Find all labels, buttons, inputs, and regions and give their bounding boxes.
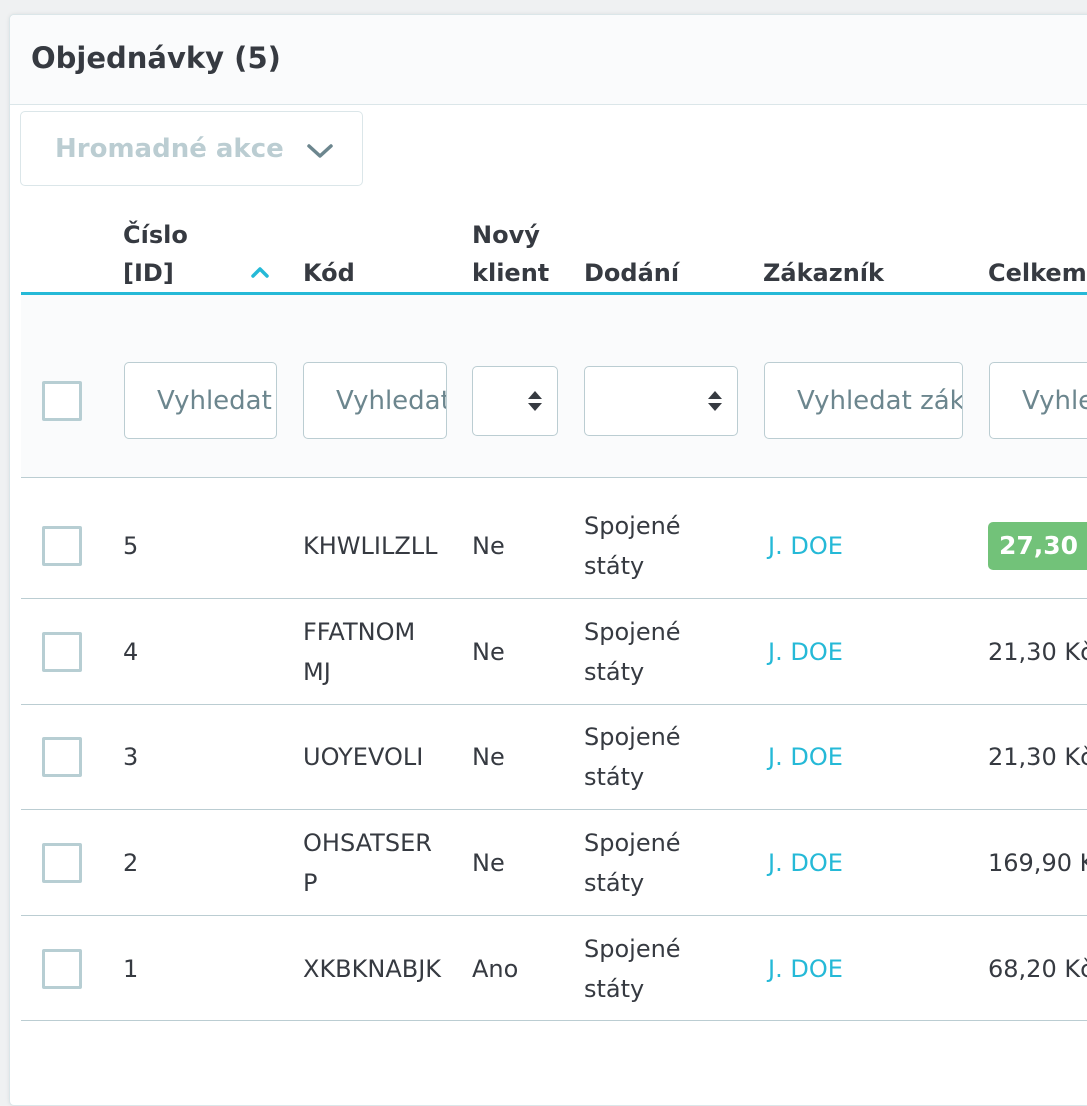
cell-code: OHSATSER P — [303, 823, 432, 903]
cell-code-line1: XKBKNABJK — [303, 955, 442, 983]
cell-total: 21,30 Kč — [988, 638, 1087, 666]
column-header-new-client[interactable]: Nový klient — [472, 216, 549, 292]
chevron-up-icon[interactable] — [249, 264, 271, 280]
cell-delivery: Spojené státy — [584, 717, 681, 797]
cell-delivery-line2: státy — [584, 552, 645, 580]
column-header-delivery[interactable]: Dodání — [584, 254, 679, 292]
cell-code-line1: UOYEVOLI — [303, 743, 424, 771]
cell-code: FFATNOM MJ — [303, 612, 415, 692]
column-header-id-line2: [ID] — [123, 259, 174, 287]
row-checkbox[interactable] — [42, 843, 82, 883]
total-badge: 27,30 Kč — [988, 522, 1087, 570]
select-all-checkbox[interactable] — [42, 381, 82, 421]
cell-id: 4 — [123, 638, 139, 666]
cell-code-line1: KHWLILZLL — [303, 532, 438, 560]
customer-link[interactable]: J. DOE — [768, 843, 843, 883]
cell-code: XKBKNABJK — [303, 949, 441, 989]
cell-id: 3 — [123, 743, 139, 771]
customer-link[interactable]: J. DOE — [768, 632, 843, 672]
chevron-down-icon — [307, 144, 333, 158]
cell-code-line1: FFATNOM — [303, 618, 416, 646]
row-divider — [21, 809, 1087, 810]
cell-delivery-line2: státy — [584, 975, 645, 1003]
bulk-actions-label: Hromadné akce — [55, 134, 284, 164]
cell-new-client: Ne — [472, 532, 505, 560]
column-header-id[interactable]: Číslo [ID] — [123, 216, 188, 292]
cell-total: 169,90 Kč — [988, 849, 1087, 877]
cell-delivery: Spojené státy — [584, 929, 681, 1009]
cell-delivery: Spojené státy — [584, 506, 681, 586]
bulk-actions-dropdown[interactable]: Hromadné akce — [20, 111, 363, 186]
cell-total: 68,20 Kč — [988, 955, 1087, 983]
filter-new-client-select[interactable] — [472, 366, 558, 436]
column-header-id-line1: Číslo — [123, 221, 188, 249]
row-checkbox[interactable] — [42, 632, 82, 672]
row-checkbox[interactable] — [42, 949, 82, 989]
filter-delivery-select[interactable] — [584, 366, 738, 436]
card-header: Objednávky (5) — [10, 15, 1087, 105]
cell-id: 5 — [123, 532, 139, 560]
row-divider — [21, 704, 1087, 705]
column-header-customer[interactable]: Zákazník — [763, 254, 884, 292]
cell-delivery-line1: Spojené — [584, 723, 681, 751]
column-header-code[interactable]: Kód — [303, 254, 355, 292]
row-checkbox[interactable] — [42, 737, 82, 777]
customer-link[interactable]: J. DOE — [768, 949, 843, 989]
cell-code-line2: P — [303, 869, 318, 897]
select-arrows-icon — [708, 391, 722, 411]
filter-customer-input[interactable] — [764, 362, 963, 439]
select-arrows-icon — [528, 391, 542, 411]
column-header-new-client-line2: klient — [472, 259, 550, 287]
cell-id: 1 — [123, 955, 139, 983]
row-divider — [21, 915, 1087, 916]
cell-code: UOYEVOLI — [303, 737, 423, 777]
cell-delivery-line2: státy — [584, 763, 645, 791]
cell-code: KHWLILZLL — [303, 526, 438, 566]
filter-total-input[interactable] — [989, 362, 1087, 439]
cell-new-client: Ano — [472, 955, 519, 983]
row-divider — [21, 598, 1087, 599]
column-header-new-client-line1: Nový — [472, 221, 540, 249]
cell-new-client: Ne — [472, 849, 505, 877]
customer-link[interactable]: J. DOE — [768, 526, 843, 566]
cell-delivery-line1: Spojené — [584, 618, 681, 646]
customer-link[interactable]: J. DOE — [768, 737, 843, 777]
filter-code-input[interactable] — [303, 362, 447, 439]
cell-code-line1: OHSATSER — [303, 829, 432, 857]
cell-total: 21,30 Kč — [988, 743, 1087, 771]
cell-new-client: Ne — [472, 638, 505, 666]
cell-new-client: Ne — [472, 743, 505, 771]
cell-delivery-line1: Spojené — [584, 829, 681, 857]
cell-delivery: Spojené státy — [584, 823, 681, 903]
cell-delivery-line2: státy — [584, 658, 645, 686]
filter-id-input[interactable] — [124, 362, 277, 439]
row-checkbox[interactable] — [42, 526, 82, 566]
cell-delivery-line1: Spojené — [584, 935, 681, 963]
row-divider — [21, 1020, 1087, 1021]
cell-delivery: Spojené státy — [584, 612, 681, 692]
cell-delivery-line1: Spojené — [584, 512, 681, 540]
cell-code-line2: MJ — [303, 658, 331, 686]
page-title: Objednávky (5) — [31, 41, 281, 75]
cell-delivery-line2: státy — [584, 869, 645, 897]
column-header-total[interactable]: Celkem — [988, 254, 1087, 292]
cell-id: 2 — [123, 849, 139, 877]
